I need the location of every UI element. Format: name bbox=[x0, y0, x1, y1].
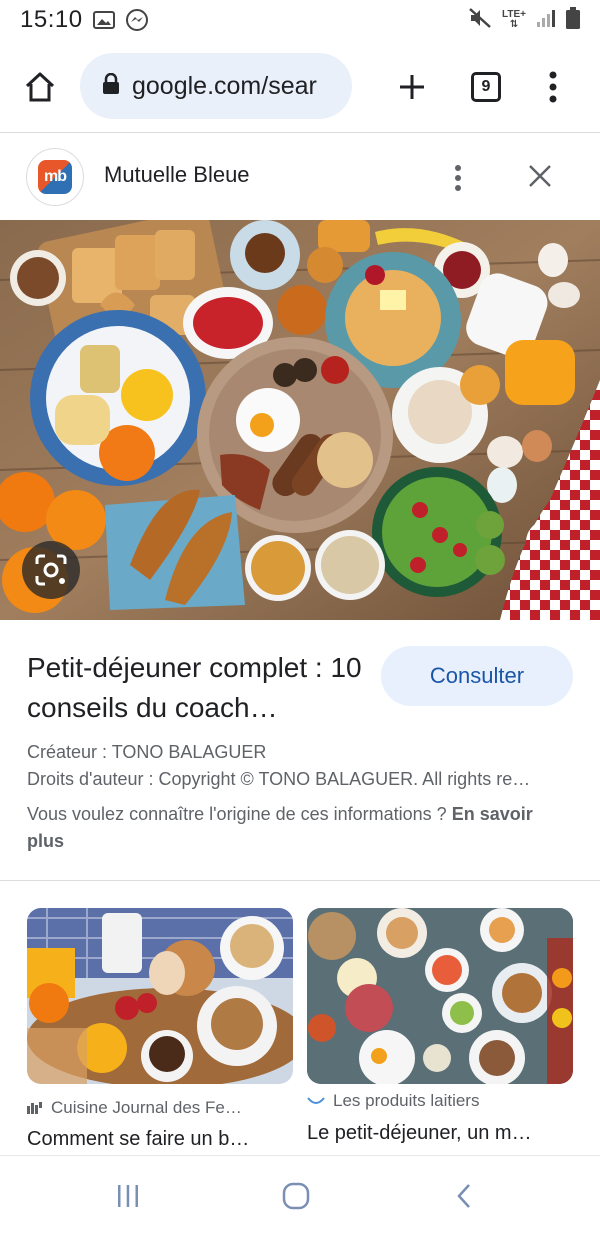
dairy-logo-icon bbox=[307, 1096, 325, 1106]
new-tab-button[interactable] bbox=[372, 40, 452, 133]
tab-count: 9 bbox=[481, 77, 491, 95]
home-button[interactable] bbox=[0, 40, 80, 133]
source-name[interactable]: Mutuelle Bleue bbox=[104, 162, 250, 188]
mute-icon bbox=[468, 7, 492, 34]
source-logo[interactable]: mb bbox=[26, 148, 84, 206]
related-source-2[interactable]: Les produits laitiers bbox=[307, 1091, 479, 1111]
related-title-2[interactable]: Le petit-déjeuner, un m… bbox=[307, 1122, 532, 1145]
signal-icon bbox=[536, 8, 556, 33]
more-vert-icon bbox=[549, 71, 557, 102]
divider bbox=[0, 880, 600, 881]
info-text: Vous voulez connaître l'origine de ces i… bbox=[27, 801, 567, 855]
journal-logo-icon bbox=[27, 1102, 43, 1114]
lte-icon: LTE+ ⇅ bbox=[502, 10, 526, 30]
lens-button[interactable] bbox=[22, 541, 80, 599]
related-title-1[interactable]: Comment se faire un b… bbox=[27, 1128, 249, 1151]
home-circle-icon bbox=[282, 1182, 310, 1210]
plus-icon bbox=[400, 74, 424, 99]
main-image[interactable] bbox=[0, 220, 600, 620]
related-image-1[interactable] bbox=[27, 908, 293, 1084]
close-button[interactable] bbox=[520, 156, 560, 196]
image-icon bbox=[92, 10, 115, 30]
copyright-text: Droits d'auteur : Copyright © TONO BALAG… bbox=[27, 769, 531, 789]
more-vert-icon bbox=[455, 165, 461, 191]
data-arrows-icon: ⇅ bbox=[509, 19, 519, 30]
status-time: 15:10 bbox=[20, 6, 83, 33]
browser-menu-button[interactable] bbox=[513, 40, 593, 133]
system-nav-bar bbox=[0, 1155, 600, 1233]
url-text[interactable]: google.com/sear bbox=[132, 72, 317, 101]
consult-button[interactable]: Consulter bbox=[381, 646, 573, 706]
related-source-2-label: Les produits laitiers bbox=[333, 1091, 480, 1110]
messenger-icon bbox=[125, 8, 149, 32]
back-icon bbox=[457, 1184, 470, 1208]
tabs-icon: 9 bbox=[471, 71, 501, 102]
lock-icon bbox=[102, 72, 120, 100]
source-logo-badge: mb bbox=[38, 160, 72, 194]
lens-icon bbox=[35, 554, 67, 586]
related-photo-1 bbox=[27, 908, 293, 1084]
source-menu-button[interactable] bbox=[444, 158, 472, 198]
close-icon bbox=[529, 165, 551, 187]
home-nav-button[interactable] bbox=[276, 1176, 316, 1216]
home-icon bbox=[25, 72, 55, 101]
related-source-1[interactable]: Cuisine Journal des Fe… bbox=[27, 1098, 242, 1118]
battery-icon bbox=[566, 6, 580, 34]
back-button[interactable] bbox=[444, 1176, 484, 1216]
related-source-1-label: Cuisine Journal des Fe… bbox=[51, 1098, 242, 1117]
address-bar[interactable]: google.com/sear bbox=[80, 53, 352, 119]
breakfast-photo bbox=[0, 220, 600, 620]
related-photo-2 bbox=[307, 908, 573, 1084]
status-bar: 15:10 LTE+ ⇅ bbox=[0, 0, 600, 40]
info-question: Vous voulez connaître l'origine de ces i… bbox=[27, 804, 452, 824]
related-image-2[interactable] bbox=[307, 908, 573, 1084]
recents-button[interactable] bbox=[108, 1176, 148, 1216]
browser-toolbar: google.com/sear 9 bbox=[0, 40, 600, 133]
creator-text: Créateur : TONO BALAGUER bbox=[27, 742, 267, 762]
result-title[interactable]: Petit-déjeuner complet : 10 conseils du … bbox=[27, 648, 367, 728]
recents-icon bbox=[118, 1185, 138, 1207]
source-header: mb Mutuelle Bleue bbox=[0, 134, 600, 220]
